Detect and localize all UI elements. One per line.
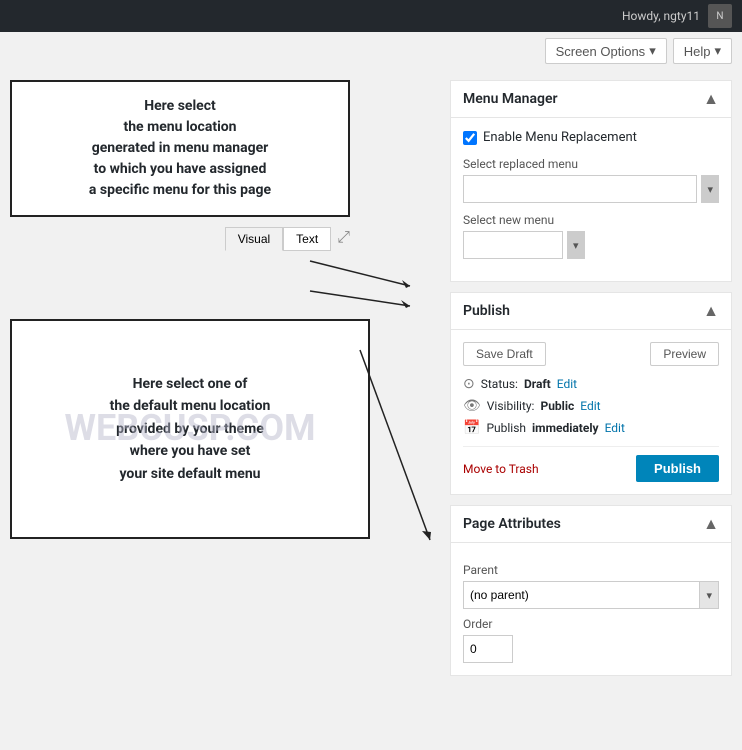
enable-menu-label: Enable Menu Replacement [483, 130, 637, 145]
status-edit-link[interactable]: Edit [557, 377, 577, 391]
publish-panel: Publish ▲ Save Draft Preview ⊙ Status: D… [450, 292, 732, 495]
move-to-trash-link[interactable]: Move to Trash [463, 462, 539, 476]
select-replaced-menu-row: ▾ [463, 175, 719, 203]
visibility-edit-link[interactable]: Edit [580, 399, 600, 413]
publish-time-icon: 📅 [463, 420, 480, 436]
select-replaced-menu-label: Select replaced menu [463, 157, 719, 171]
parent-select-arrow: ▾ [700, 581, 719, 609]
visibility-row: 👁 Visibility: Public Edit [463, 398, 719, 414]
tab-visual[interactable]: Visual [225, 227, 283, 251]
order-input[interactable] [463, 635, 513, 663]
select-new-menu-label: Select new menu [463, 213, 719, 227]
order-label: Order [463, 617, 719, 631]
screen-options-arrow: ▾ [649, 43, 656, 59]
admin-bar: Howdy, ngty11 N [0, 0, 742, 32]
select-replaced-arrow: ▾ [701, 175, 719, 203]
expand-icon[interactable]: ⤢ [337, 227, 350, 251]
parent-label: Parent [463, 563, 719, 577]
visibility-icon: 👁 [463, 398, 481, 414]
howdy-text: Howdy, ngty11 [622, 9, 700, 23]
right-sidebar: Menu Manager ▲ Enable Menu Replacement S… [450, 80, 732, 740]
left-section: Here select the menu location generated … [10, 80, 440, 539]
page-attributes-body: Parent (no parent) ▾ Order [451, 543, 731, 675]
menu-manager-toggle[interactable]: ▲ [703, 89, 719, 109]
menu-manager-header: Menu Manager ▲ [451, 81, 731, 118]
menu-manager-panel: Menu Manager ▲ Enable Menu Replacement S… [450, 80, 732, 282]
visibility-label: Visibility: [487, 399, 535, 413]
select-new-arrow: ▾ [567, 231, 585, 259]
editor-tabs-row: Visual Text ⤢ [10, 227, 350, 251]
page-attributes-toggle[interactable]: ▲ [703, 514, 719, 534]
page-attributes-panel: Page Attributes ▲ Parent (no parent) ▾ O… [450, 505, 732, 676]
menu-manager-title: Menu Manager [463, 91, 558, 107]
arrow-area [10, 251, 430, 311]
avatar: N [708, 4, 732, 28]
enable-menu-replacement-row: Enable Menu Replacement [463, 130, 719, 145]
menu-manager-body: Enable Menu Replacement Select replaced … [451, 118, 731, 281]
annotation-top-text: Here select the menu location generated … [89, 98, 271, 198]
page-attributes-header: Page Attributes ▲ [451, 506, 731, 543]
main-layout: Here select the menu location generated … [0, 70, 742, 750]
publish-header: Publish ▲ [451, 293, 731, 330]
parent-select[interactable]: (no parent) [463, 581, 700, 609]
screen-options-button[interactable]: Screen Options ▾ [545, 38, 667, 64]
content-area: Here select the menu location generated … [10, 70, 440, 740]
publish-footer: Move to Trash Publish [463, 446, 719, 482]
help-label: Help [684, 44, 711, 59]
page-attributes-title: Page Attributes [463, 516, 561, 532]
status-icon: ⊙ [463, 376, 475, 392]
publish-time-label: Publish [486, 421, 526, 435]
save-draft-button[interactable]: Save Draft [463, 342, 546, 366]
preview-button[interactable]: Preview [650, 342, 719, 366]
annotation-box-bottom: WEBCUSP.COM Here select one of the defau… [10, 319, 370, 539]
publish-time-value: immediately [532, 421, 599, 435]
annotation-bottom-text: Here select one of the default menu loca… [110, 373, 271, 485]
publish-button[interactable]: Publish [636, 455, 719, 482]
visibility-value: Public [540, 399, 574, 413]
select-new-menu-row: ▾ [463, 231, 719, 259]
help-arrow: ▾ [714, 43, 721, 59]
select-new-menu[interactable] [463, 231, 563, 259]
status-label: Status: [481, 377, 518, 391]
publish-toggle[interactable]: ▲ [703, 301, 719, 321]
annotation-box-top: Here select the menu location generated … [10, 80, 350, 217]
publish-time-edit-link[interactable]: Edit [605, 421, 625, 435]
parent-select-wrapper: (no parent) ▾ [463, 581, 719, 609]
publish-time-row: 📅 Publish immediately Edit [463, 420, 719, 436]
enable-menu-checkbox[interactable] [463, 131, 477, 145]
publish-title: Publish [463, 303, 510, 319]
avatar-initial: N [716, 11, 723, 22]
publish-buttons-row: Save Draft Preview [463, 342, 719, 366]
publish-body: Save Draft Preview ⊙ Status: Draft Edit … [451, 330, 731, 494]
tab-text[interactable]: Text [283, 227, 331, 251]
status-row: ⊙ Status: Draft Edit [463, 376, 719, 392]
select-replaced-menu[interactable] [463, 175, 697, 203]
screen-options-bar: Screen Options ▾ Help ▾ [0, 32, 742, 70]
arrows-svg [10, 251, 430, 311]
help-button[interactable]: Help ▾ [673, 38, 732, 64]
status-value: Draft [524, 377, 551, 391]
screen-options-label: Screen Options [556, 44, 646, 59]
